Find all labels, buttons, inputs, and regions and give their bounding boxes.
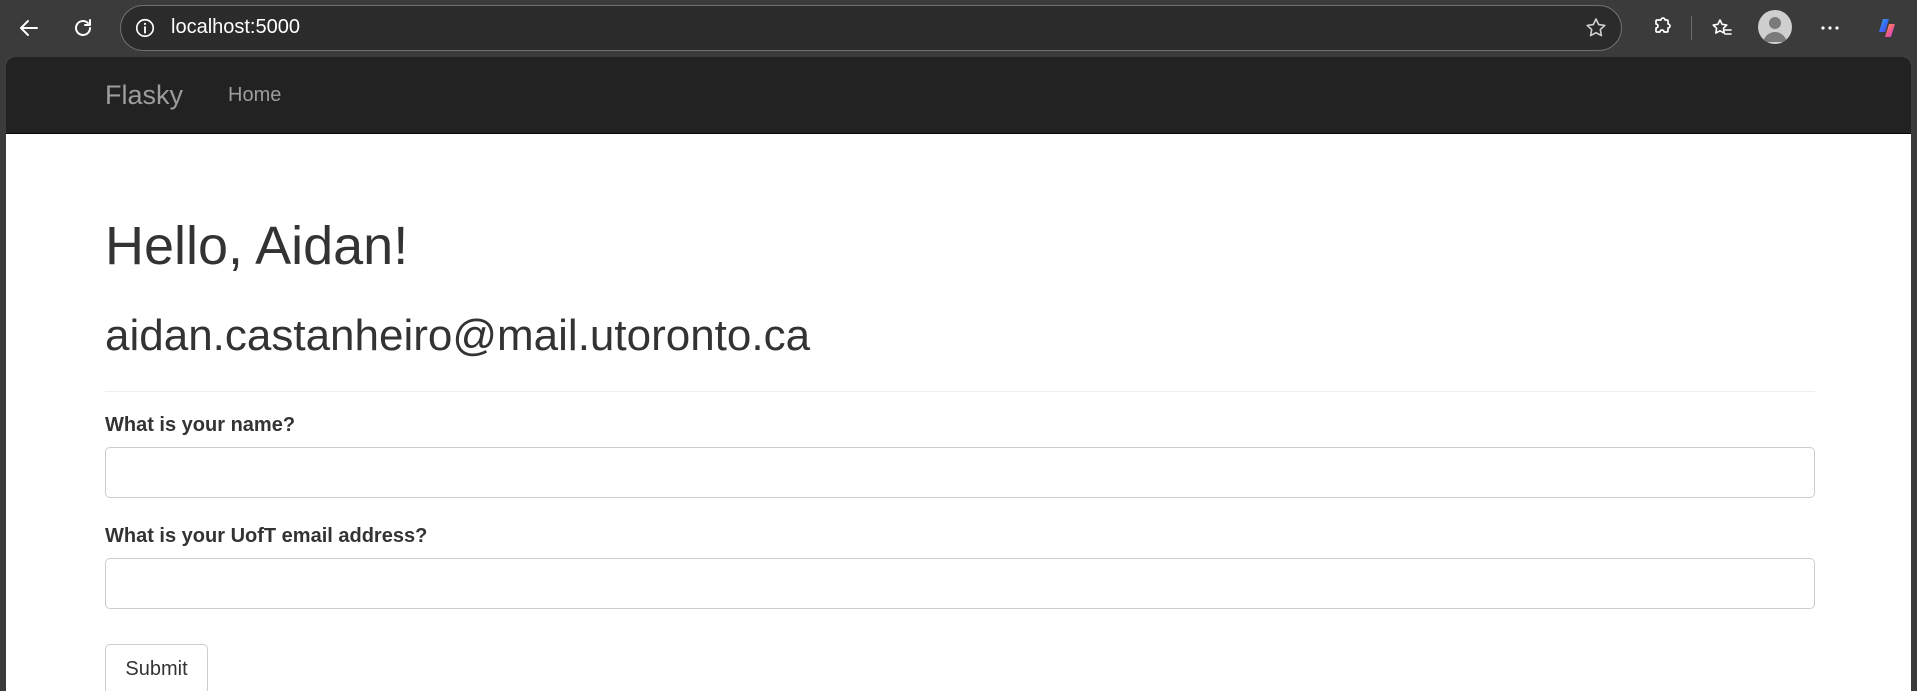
back-icon bbox=[20, 20, 38, 36]
copilot-button[interactable] bbox=[1869, 10, 1905, 46]
email-label: What is your UofT email address? bbox=[105, 525, 428, 547]
url-text[interactable]: localhost:5000 bbox=[171, 6, 300, 49]
profile-icon[interactable] bbox=[1758, 10, 1792, 44]
submit-button[interactable]: Submit bbox=[105, 644, 208, 691]
name-label: What is your name? bbox=[105, 414, 296, 436]
site-navbar: Flasky Home bbox=[6, 57, 1911, 134]
divider bbox=[105, 391, 1815, 392]
toolbar-separator bbox=[1691, 16, 1692, 40]
browser-toolbar: localhost:5000 bbox=[0, 0, 1917, 56]
info-icon[interactable] bbox=[133, 16, 157, 40]
greeting-heading: Hello, Aidan! bbox=[105, 216, 409, 276]
navbar-brand[interactable]: Flasky bbox=[105, 57, 183, 133]
favorites-icon bbox=[1712, 19, 1732, 35]
more-icon bbox=[1821, 26, 1839, 30]
back-button[interactable] bbox=[11, 10, 47, 46]
web-page: Flasky Home Hello, Aidan! aidan.castanhe… bbox=[6, 57, 1911, 691]
name-field[interactable] bbox=[105, 447, 1815, 498]
favorites-button[interactable] bbox=[1704, 10, 1740, 46]
email-field[interactable] bbox=[105, 558, 1815, 609]
email-heading: aidan.castanheiro@mail.utoronto.ca bbox=[105, 311, 811, 360]
refresh-icon bbox=[75, 19, 91, 36]
more-button[interactable] bbox=[1812, 10, 1848, 46]
copilot-icon bbox=[1879, 19, 1895, 37]
address-bar[interactable]: localhost:5000 bbox=[120, 5, 1622, 51]
extensions-icon bbox=[1655, 17, 1671, 33]
refresh-button[interactable] bbox=[65, 10, 101, 46]
favorite-star-icon[interactable] bbox=[1583, 15, 1609, 41]
extensions-button[interactable] bbox=[1643, 10, 1679, 46]
nav-link-home[interactable]: Home bbox=[228, 57, 281, 133]
